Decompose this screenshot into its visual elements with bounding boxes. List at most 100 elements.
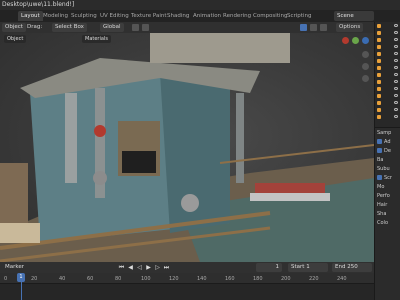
visibility-eye-icon[interactable] <box>394 87 398 90</box>
outliner-row[interactable] <box>375 106 400 113</box>
tab-uv-editing[interactable]: UV Editing <box>97 11 132 21</box>
outliner-row[interactable] <box>375 64 400 71</box>
proportional-edit-icon[interactable] <box>142 24 149 31</box>
shading-material-icon[interactable] <box>310 24 317 31</box>
gizmo-y-axis-icon[interactable] <box>352 37 359 44</box>
property-label: Hair <box>377 201 388 208</box>
property-label: Perfo <box>377 192 390 199</box>
gizmo-z-axis-icon[interactable] <box>362 37 369 44</box>
start-frame-field[interactable]: Start 1 <box>288 263 328 272</box>
outliner-row[interactable] <box>375 29 400 36</box>
current-frame-field[interactable]: 1 <box>256 263 282 272</box>
outliner-row[interactable] <box>375 57 400 64</box>
tab-animation[interactable]: Animation <box>190 11 224 21</box>
end-value: 250 <box>347 264 358 270</box>
next-keyframe-icon[interactable]: ▷ <box>154 264 161 271</box>
3d-viewport[interactable]: Object Materials <box>0 33 374 262</box>
timeline-header: Marker ⏮ ◀ ◁ ▶ ▷ ⏭ 1 Start 1 End 250 <box>0 262 374 273</box>
outliner-row[interactable] <box>375 78 400 85</box>
prev-keyframe-icon[interactable]: ◀ <box>127 264 134 271</box>
shading-rendered-icon[interactable] <box>320 24 327 31</box>
tab-layout[interactable]: Layout <box>18 11 43 21</box>
pan-hand-icon[interactable] <box>362 63 369 70</box>
tab-modeling[interactable]: Modeling <box>40 11 71 21</box>
visibility-eye-icon[interactable] <box>394 24 398 27</box>
snap-icon[interactable] <box>132 24 139 31</box>
outliner-row[interactable] <box>375 99 400 106</box>
title-bar: Desktop\uwe\11.blend!] <box>0 0 400 10</box>
outliner-row[interactable] <box>375 43 400 50</box>
visibility-eye-icon[interactable] <box>394 66 398 69</box>
property-row[interactable]: Hair <box>375 200 400 209</box>
tab-shading[interactable]: Shading <box>164 11 192 21</box>
property-row[interactable]: Perfo <box>375 191 400 200</box>
jump-end-icon[interactable]: ⏭ <box>163 264 170 271</box>
play-icon[interactable]: ▶ <box>145 264 152 271</box>
zoom-icon[interactable] <box>362 51 369 58</box>
visibility-eye-icon[interactable] <box>394 108 398 111</box>
play-reverse-icon[interactable]: ◁ <box>136 264 143 271</box>
marker-menu[interactable]: Marker <box>2 263 27 272</box>
property-row[interactable]: Ad <box>375 137 400 146</box>
outliner-row[interactable] <box>375 92 400 99</box>
object-icon <box>377 114 381 119</box>
object-icon <box>377 44 381 49</box>
outliner-panel <box>374 22 400 127</box>
outliner-row[interactable] <box>375 36 400 43</box>
tab-scripting[interactable]: Scripting <box>284 11 314 21</box>
visibility-eye-icon[interactable] <box>394 38 398 41</box>
playhead[interactable]: 1 <box>17 273 25 282</box>
checkbox-icon[interactable] <box>377 139 382 144</box>
end-frame-field[interactable]: End 250 <box>332 263 372 272</box>
viewport-object-dropdown[interactable]: Object <box>4 35 27 43</box>
gizmo-x-axis-icon[interactable] <box>342 37 349 44</box>
options-dropdown[interactable]: Options <box>336 23 364 32</box>
object-icon <box>377 107 381 112</box>
outliner-row[interactable] <box>375 85 400 92</box>
property-row[interactable]: De <box>375 146 400 155</box>
checkbox-icon[interactable] <box>377 148 382 153</box>
visibility-eye-icon[interactable] <box>394 45 398 48</box>
property-row[interactable]: Mo <box>375 182 400 191</box>
property-label: Mo <box>377 183 385 190</box>
frame-tick: 80 <box>115 276 122 282</box>
visibility-eye-icon[interactable] <box>394 73 398 76</box>
visibility-eye-icon[interactable] <box>394 59 398 62</box>
property-row[interactable]: Subu <box>375 164 400 173</box>
visibility-eye-icon[interactable] <box>394 101 398 104</box>
camera-view-icon[interactable] <box>362 75 369 82</box>
materials-dropdown[interactable]: Materials <box>82 35 111 43</box>
workspace-tab-bar: Layout Modeling Sculpting UV Editing Tex… <box>0 10 400 22</box>
outliner-row[interactable] <box>375 50 400 57</box>
frame-tick: 60 <box>87 276 94 282</box>
outliner-row[interactable] <box>375 22 400 29</box>
scene-selector[interactable]: Scene <box>334 11 374 21</box>
object-icon <box>377 72 381 77</box>
tab-rendering[interactable]: Rendering <box>220 11 254 21</box>
outliner-row[interactable] <box>375 113 400 120</box>
properties-panel: Samp Ad De Ba Subu Scr Mo Perfo Hair Sha… <box>374 127 400 300</box>
visibility-eye-icon[interactable] <box>394 94 398 97</box>
outliner-row[interactable] <box>375 71 400 78</box>
object-mode-dropdown[interactable]: Object <box>2 23 26 32</box>
property-row[interactable]: Samp <box>375 128 400 137</box>
visibility-eye-icon[interactable] <box>394 80 398 83</box>
object-icon <box>377 93 381 98</box>
property-row[interactable]: Scr <box>375 173 400 182</box>
property-label: Ba <box>377 156 384 163</box>
timeline[interactable]: 0 20 40 60 80 100 120 140 160 180 200 22… <box>0 273 374 300</box>
visibility-eye-icon[interactable] <box>394 52 398 55</box>
visibility-eye-icon[interactable] <box>394 31 398 34</box>
property-row[interactable]: Colo <box>375 218 400 227</box>
visibility-eye-icon[interactable] <box>394 115 398 118</box>
shading-solid-icon[interactable] <box>300 24 307 31</box>
property-row[interactable]: Sha <box>375 209 400 218</box>
jump-start-icon[interactable]: ⏮ <box>118 264 125 271</box>
checkbox-icon[interactable] <box>377 175 382 180</box>
transform-global-dropdown[interactable]: Global <box>100 23 124 32</box>
frame-tick: 120 <box>169 276 179 282</box>
select-box-dropdown[interactable]: Select Box <box>52 23 87 32</box>
tab-sculpting[interactable]: Sculpting <box>68 11 100 21</box>
frame-ruler[interactable]: 0 20 40 60 80 100 120 140 160 180 200 22… <box>0 273 374 284</box>
property-row[interactable]: Ba <box>375 155 400 164</box>
